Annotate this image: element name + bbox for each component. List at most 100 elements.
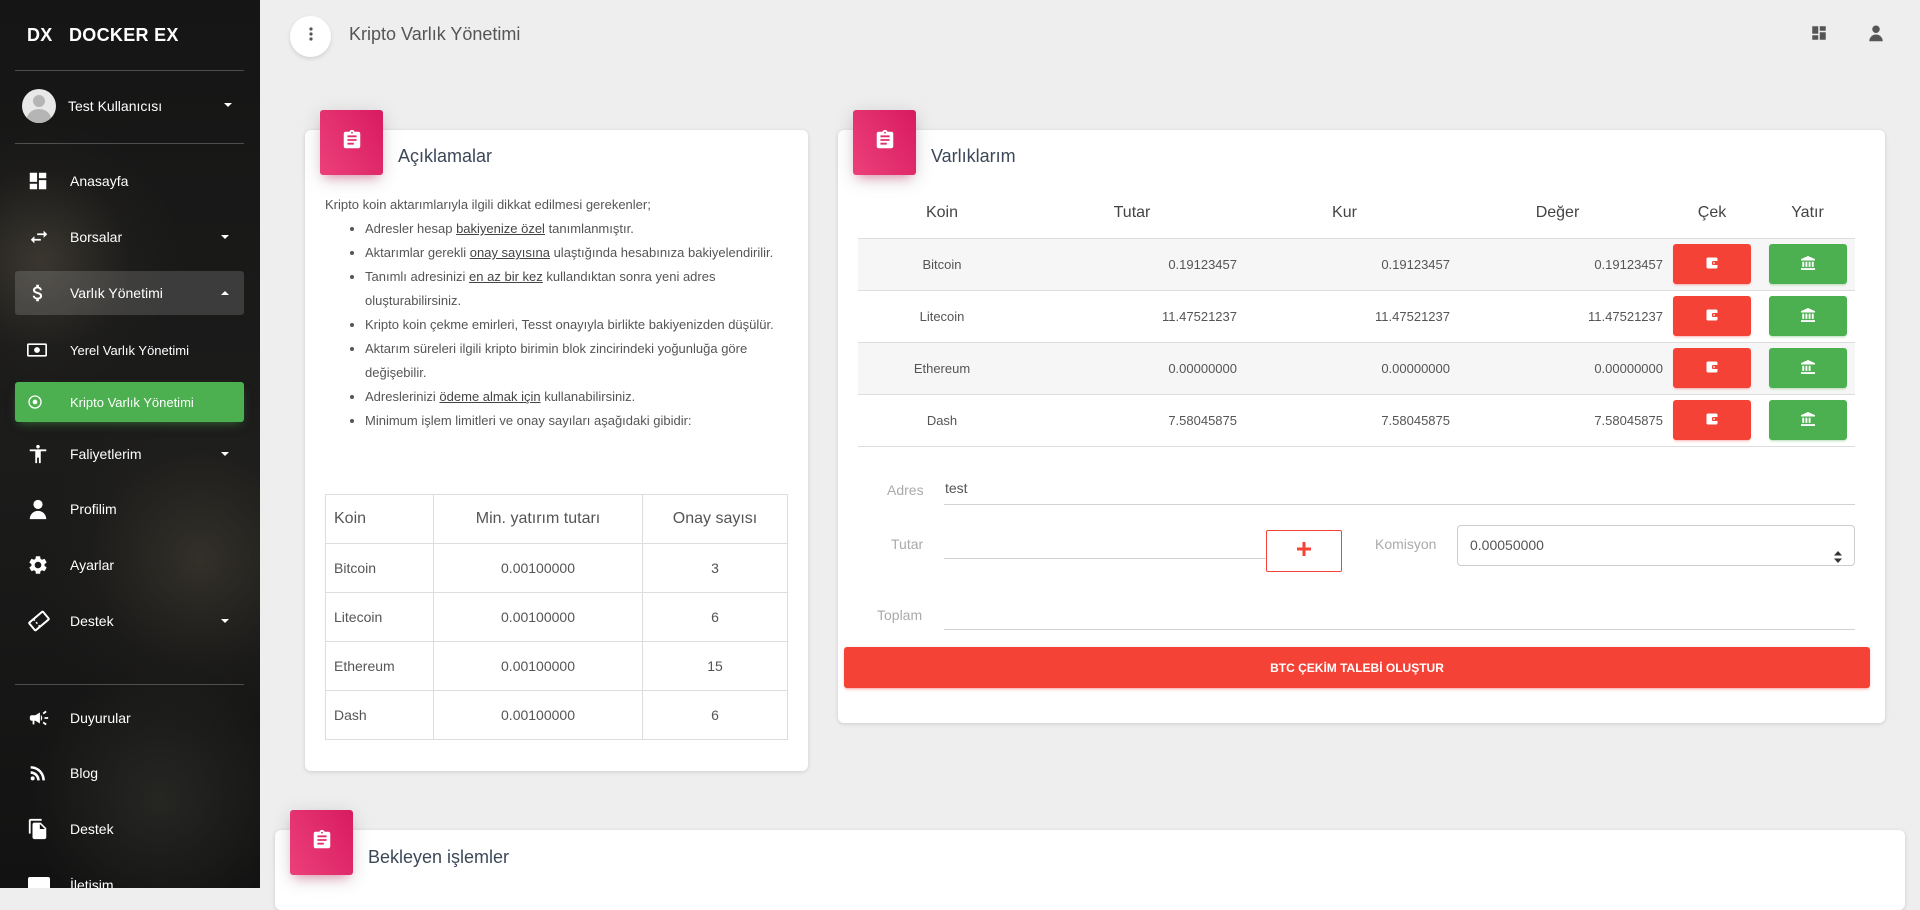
sidebar-item-local-assets[interactable]: Yerel Varlık Yönetimi bbox=[15, 330, 244, 370]
max-amount-button[interactable] bbox=[1266, 530, 1342, 572]
card-icon-badge bbox=[853, 110, 916, 175]
plus-icon bbox=[1297, 541, 1311, 561]
limits-table: Koin Min. yatırım tutarı Onay sayısı Bit… bbox=[325, 494, 788, 740]
card-title: Bekleyen işlemler bbox=[368, 847, 510, 867]
list-item: Adresler hesap bakiyenize özel tanımlanm… bbox=[365, 217, 785, 241]
sidebar-item-profile[interactable]: Profilim bbox=[15, 487, 244, 531]
deposit-button[interactable] bbox=[1768, 244, 1847, 284]
cell: 3 bbox=[642, 543, 788, 593]
cell: 0.00100000 bbox=[433, 592, 643, 642]
sidebar-item-label: Anasayfa bbox=[70, 173, 129, 189]
sidebar-item-exchanges[interactable]: Borsalar bbox=[15, 215, 244, 259]
user-name: Test Kullanıcısı bbox=[68, 98, 163, 114]
total-underline bbox=[944, 629, 1855, 630]
sidebar-item-label: Borsalar bbox=[70, 229, 123, 245]
sidebar-item-label: Duyurular bbox=[70, 710, 131, 726]
list-item: Aktarımlar gerekli onay sayısına ulaştığ… bbox=[365, 241, 785, 265]
user-menu[interactable]: Test Kullanıcısı bbox=[22, 88, 232, 124]
deposit-button[interactable] bbox=[1768, 296, 1847, 336]
sidebar-item-contact[interactable]: İletişim bbox=[15, 863, 244, 888]
chevron-up-icon bbox=[221, 291, 229, 295]
sidebar-item-label: Faliyetlerim bbox=[70, 446, 142, 462]
column-header: Kur bbox=[1238, 188, 1451, 239]
explanations-list: Adresler hesap bakiyenize özel tanımlanm… bbox=[325, 217, 785, 433]
column-header: Min. yatırım tutarı bbox=[433, 494, 643, 544]
explanations-intro: Kripto koin aktarımlarıyla ilgili dikkat… bbox=[325, 197, 651, 212]
cell: Bitcoin bbox=[858, 238, 1026, 291]
sidebar-item-label: Yerel Varlık Yönetimi bbox=[70, 342, 189, 358]
person-icon bbox=[15, 497, 55, 521]
cell bbox=[1664, 290, 1760, 343]
cell: 0.00100000 bbox=[433, 543, 643, 593]
more-menu-button[interactable] bbox=[290, 16, 331, 57]
sidebar-item-label: İletişim bbox=[70, 877, 114, 888]
table-row: Bitcoin 0.00100000 3 bbox=[325, 543, 788, 593]
contact-icon bbox=[15, 875, 55, 888]
sidebar-item-asset-management[interactable]: Varlık Yönetimi bbox=[15, 271, 244, 315]
table-header-row: Koin Min. yatırım tutarı Onay sayısı bbox=[325, 494, 788, 544]
sidebar-item-settings[interactable]: Ayarlar bbox=[15, 543, 244, 587]
deposit-button[interactable] bbox=[1768, 400, 1847, 440]
withdraw-button[interactable] bbox=[1673, 400, 1751, 440]
dashboard-icon bbox=[15, 170, 55, 192]
sidebar-item-label: Destek bbox=[70, 821, 114, 837]
brand-mini: DX bbox=[27, 24, 53, 45]
column-header: Tutar bbox=[1026, 188, 1238, 239]
cell: 7.58045875 bbox=[1451, 394, 1664, 447]
explanations-text: Kripto koin aktarımlarıyla ilgili dikkat… bbox=[325, 193, 785, 433]
brand[interactable]: DX DOCKER EX bbox=[0, 0, 260, 70]
person-icon[interactable] bbox=[1867, 24, 1885, 47]
cell: Litecoin bbox=[858, 290, 1026, 343]
create-withdraw-request-button[interactable]: BTC ÇEKİM TALEBİ OLUŞTUR bbox=[844, 647, 1870, 688]
sidebar-item-support-2[interactable]: Destek bbox=[15, 807, 244, 851]
address-input[interactable]: test bbox=[945, 480, 968, 496]
sidebar-item-blog[interactable]: Blog bbox=[15, 751, 244, 795]
avatar bbox=[22, 89, 56, 123]
divider bbox=[15, 143, 244, 144]
cell: 0.19123457 bbox=[1451, 238, 1664, 291]
wallet-icon bbox=[1706, 257, 1718, 272]
column-header: Yatır bbox=[1760, 188, 1855, 239]
deposit-button[interactable] bbox=[1768, 348, 1847, 388]
commission-select[interactable]: 0.00050000 bbox=[1457, 525, 1855, 566]
sidebar-item-label: Blog bbox=[70, 765, 99, 781]
sidebar-item-support[interactable]: Destek bbox=[15, 599, 244, 643]
sidebar-item-activities[interactable]: Faliyetlerim bbox=[15, 432, 244, 476]
dashboard-icon[interactable] bbox=[1810, 24, 1828, 47]
sidebar-item-announcements[interactable]: Duyurular bbox=[15, 696, 244, 740]
column-header: Çek bbox=[1664, 188, 1760, 239]
cell bbox=[1760, 342, 1855, 395]
cell: 6 bbox=[642, 592, 788, 642]
withdraw-button[interactable] bbox=[1673, 296, 1751, 336]
withdraw-button[interactable] bbox=[1673, 348, 1751, 388]
wallet-icon bbox=[1706, 309, 1718, 324]
card-icon-badge bbox=[290, 810, 353, 875]
total-input[interactable] bbox=[945, 605, 1855, 625]
withdraw-button[interactable] bbox=[1673, 244, 1751, 284]
table-row: Ethereum 0.00000000 0.00000000 0.0000000… bbox=[858, 342, 1855, 395]
column-header: Koin bbox=[325, 494, 434, 544]
cell: 7.58045875 bbox=[1026, 394, 1238, 447]
clipboard-icon bbox=[874, 129, 896, 156]
sidebar-item-label: Kripto Varlık Yönetimi bbox=[70, 394, 194, 410]
wallet-icon bbox=[1706, 361, 1718, 376]
cell: 0.19123457 bbox=[1238, 238, 1451, 291]
divider bbox=[15, 684, 244, 685]
card-icon-badge bbox=[320, 110, 383, 175]
cell: 0.00000000 bbox=[1238, 342, 1451, 395]
cell bbox=[1664, 342, 1760, 395]
brand-name: DOCKER EX bbox=[69, 24, 179, 45]
cell bbox=[1664, 394, 1760, 447]
amount-input[interactable] bbox=[945, 536, 1265, 556]
commission-label: Komisyon bbox=[1375, 536, 1437, 552]
table-row: Ethereum 0.00100000 15 bbox=[325, 641, 788, 691]
cell: 0.00100000 bbox=[433, 641, 643, 691]
clipboard-icon bbox=[311, 829, 333, 856]
table-row: Dash 7.58045875 7.58045875 7.58045875 bbox=[858, 394, 1855, 447]
ticket-icon bbox=[15, 609, 55, 633]
cell: Ethereum bbox=[325, 641, 434, 691]
cell bbox=[1664, 238, 1760, 291]
sidebar-item-home[interactable]: Anasayfa bbox=[15, 159, 244, 203]
sidebar-item-crypto-assets[interactable]: Kripto Varlık Yönetimi bbox=[15, 382, 244, 422]
gear-icon bbox=[15, 554, 55, 576]
